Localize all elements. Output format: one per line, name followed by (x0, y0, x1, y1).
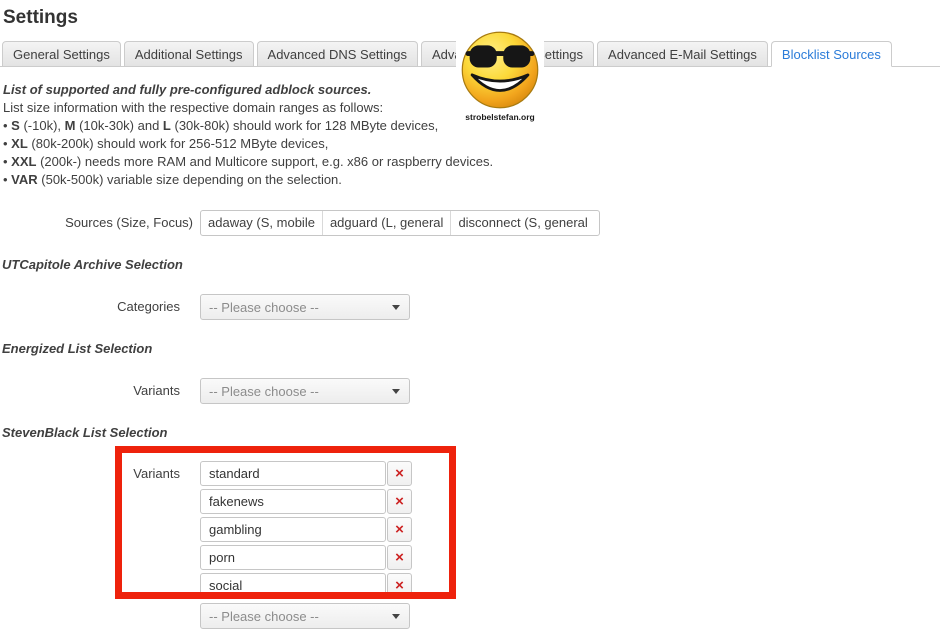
stevenblack-variants-label: Variants (0, 461, 180, 487)
remove-x-icon: × (395, 466, 404, 481)
remove-variant-social-button[interactable]: × (387, 573, 412, 598)
energized-variants-select[interactable]: -- Please choose -- (200, 378, 410, 404)
chevron-down-icon (392, 614, 400, 619)
variant-fakenews-input[interactable]: fakenews (200, 489, 386, 514)
tab-advanced-email-settings[interactable]: Advanced E-Mail Settings (597, 41, 768, 67)
remove-variant-porn-button[interactable]: × (387, 545, 412, 570)
variant-row-social: social × (200, 573, 412, 598)
page-title: Settings (3, 7, 78, 29)
description-line-xl: • XL (80k-200k) should work for 256-512 … (3, 135, 623, 153)
remove-x-icon: × (395, 578, 404, 593)
chevron-down-icon (392, 389, 400, 394)
variant-row-gambling: gambling × (200, 517, 412, 542)
sources-selected-item: disconnect (S, general (451, 211, 594, 235)
remove-variant-gambling-button[interactable]: × (387, 517, 412, 542)
watermark-badge: strobelstefan.org (456, 28, 544, 126)
remove-x-icon: × (395, 550, 404, 565)
sources-selected-item: adaway (S, mobile (201, 211, 323, 235)
variant-standard-input[interactable]: standard (200, 461, 386, 486)
remove-variant-fakenews-button[interactable]: × (387, 489, 412, 514)
stevenblack-variants-select-value: -- Please choose -- (201, 609, 392, 624)
tab-general-settings[interactable]: General Settings (2, 41, 121, 67)
energized-variants-select-value: -- Please choose -- (201, 384, 392, 399)
categories-select[interactable]: -- Please choose -- (200, 294, 410, 320)
stevenblack-section-heading: StevenBlack List Selection (2, 425, 167, 440)
remove-x-icon: × (395, 522, 404, 537)
variant-social-input[interactable]: social (200, 573, 386, 598)
energized-section-heading: Energized List Selection (2, 341, 152, 356)
watermark-caption: strobelstefan.org (465, 112, 534, 122)
tab-additional-settings[interactable]: Additional Settings (124, 41, 254, 67)
variant-gambling-input[interactable]: gambling (200, 517, 386, 542)
sources-label: Sources (Size, Focus) (0, 210, 193, 236)
utcapitole-section-heading: UTCapitole Archive Selection (2, 257, 183, 272)
stevenblack-variants-select[interactable]: -- Please choose -- (200, 603, 410, 629)
sources-multiselect[interactable]: adaway (S, mobile adguard (L, general di… (200, 210, 600, 236)
categories-select-value: -- Please choose -- (201, 300, 392, 315)
variant-row-porn: porn × (200, 545, 412, 570)
overflow-ellipsis-icon: ⋯ (595, 215, 600, 231)
tab-advanced-dns-settings[interactable]: Advanced DNS Settings (257, 41, 418, 67)
tab-blocklist-sources[interactable]: Blocklist Sources (771, 41, 892, 67)
settings-page: Settings General Settings Additional Set… (0, 0, 940, 631)
chevron-down-icon (392, 305, 400, 310)
remove-x-icon: × (395, 494, 404, 509)
variant-porn-input[interactable]: porn (200, 545, 386, 570)
remove-variant-standard-button[interactable]: × (387, 461, 412, 486)
sunglasses-smiley-icon (459, 29, 541, 111)
variant-row-standard: standard × (200, 461, 412, 486)
sources-selected-item: adguard (L, general (323, 211, 451, 235)
variant-row-fakenews: fakenews × (200, 489, 412, 514)
description-line-var: • VAR (50k-500k) variable size depending… (3, 171, 623, 189)
energized-variants-label: Variants (0, 378, 180, 404)
description-line-xxl: • XXL (200k-) needs more RAM and Multico… (3, 153, 623, 171)
categories-label: Categories (0, 294, 180, 320)
